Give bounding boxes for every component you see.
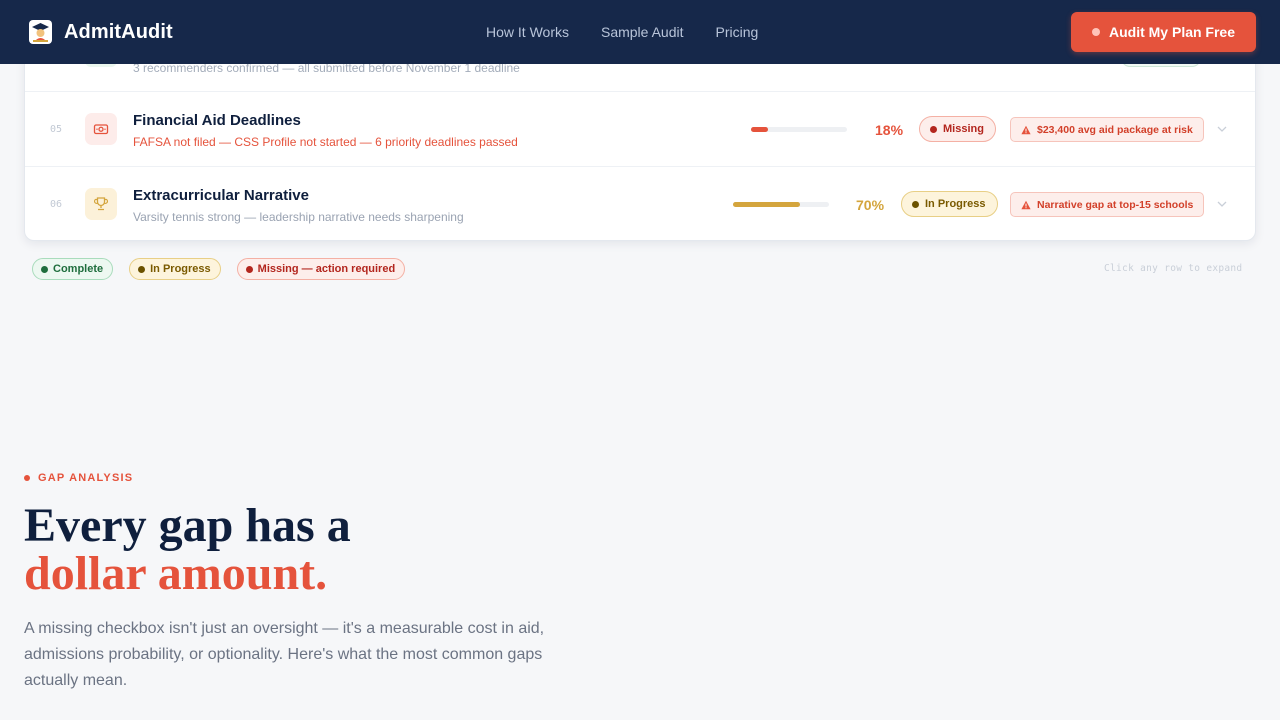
progress-bar [733, 202, 829, 207]
warning-icon [1021, 200, 1031, 209]
nav-pricing[interactable]: Pricing [715, 24, 758, 40]
section-headline: Every gap has a dollar amount. [24, 502, 351, 598]
row-subtitle: FAFSA not filed — CSS Profile not starte… [133, 135, 518, 149]
risk-badge: $23,400 avg aid package at risk [1010, 117, 1204, 142]
cta-label: Audit My Plan Free [1108, 24, 1236, 40]
headline-line-2: dollar amount. [24, 547, 328, 600]
legend-complete: Complete [32, 258, 114, 280]
headline-line-1: Every gap has a [24, 499, 351, 552]
top-navigation-bar: AdmitAudit How It Works Sample Audit Pri… [0, 0, 1280, 64]
legend-label: In Progress [150, 263, 211, 275]
nav-sample-audit[interactable]: Sample Audit [601, 24, 684, 40]
status-dot-icon [41, 265, 48, 273]
nav-how-it-works[interactable]: How It Works [486, 24, 569, 40]
row-number: 06 [50, 199, 63, 210]
status-label: In Progress [925, 198, 986, 210]
section-lead: A missing checkbox isn't just an oversig… [24, 620, 545, 689]
risk-badge: Narrative gap at top-15 schools [1010, 192, 1205, 217]
warning-icon [1021, 125, 1031, 134]
row-title: Extracurricular Narrative [133, 187, 309, 204]
eyebrow-label: GAP ANALYSIS [38, 472, 134, 484]
risk-label: Narrative gap at top-15 schools [1037, 198, 1194, 211]
status-badge-missing: Missing [919, 116, 996, 142]
progress-bar-fill [733, 202, 801, 207]
status-label: Missing [943, 123, 984, 135]
legend-label: Missing — action required [257, 263, 396, 275]
status-dot-icon [930, 125, 937, 133]
section-eyebrow: GAP ANALYSIS [24, 472, 133, 484]
status-legend: Complete In Progress Missing — action re… [32, 258, 406, 280]
row-number: 05 [50, 124, 63, 135]
trophy-icon [85, 188, 117, 220]
status-dot-icon [138, 265, 146, 273]
eyebrow-dot-icon [24, 475, 30, 481]
chevron-down-icon[interactable] [1215, 122, 1229, 136]
legend-missing: Missing — action required [236, 258, 406, 280]
audit-row-financial-aid[interactable]: 05 Financial Aid Deadlines FAFSA not fil… [25, 92, 1255, 167]
brand-name: AdmitAudit [64, 20, 173, 43]
progress-percent: 70% [856, 197, 885, 213]
graduate-logo-icon [29, 20, 52, 44]
progress-percent: 18% [875, 122, 904, 138]
chevron-down-icon[interactable] [1215, 197, 1229, 211]
progress-bar-fill [751, 127, 769, 132]
money-icon [85, 113, 117, 145]
status-badge-in-progress: In Progress [901, 191, 998, 217]
progress-bar [751, 127, 847, 132]
status-dot-icon [245, 265, 253, 273]
legend-label: Complete [53, 263, 104, 275]
expand-hint: Click any row to expand [1104, 263, 1243, 274]
brand[interactable]: AdmitAudit [28, 19, 173, 45]
row-subtitle: Varsity tennis strong — leadership narra… [133, 210, 464, 224]
legend-in-progress: In Progress [129, 258, 221, 280]
status-dot-icon [912, 200, 919, 208]
risk-label: $23,400 avg aid package at risk [1037, 123, 1193, 136]
audit-row-extracurricular[interactable]: 06 Extracurricular Narrative Varsity ten… [25, 167, 1255, 240]
cta-dot-icon [1091, 28, 1100, 36]
row-title: Financial Aid Deadlines [133, 112, 301, 129]
main-nav: How It Works Sample Audit Pricing [486, 24, 758, 40]
audit-my-plan-button[interactable]: Audit My Plan Free [1071, 12, 1256, 52]
